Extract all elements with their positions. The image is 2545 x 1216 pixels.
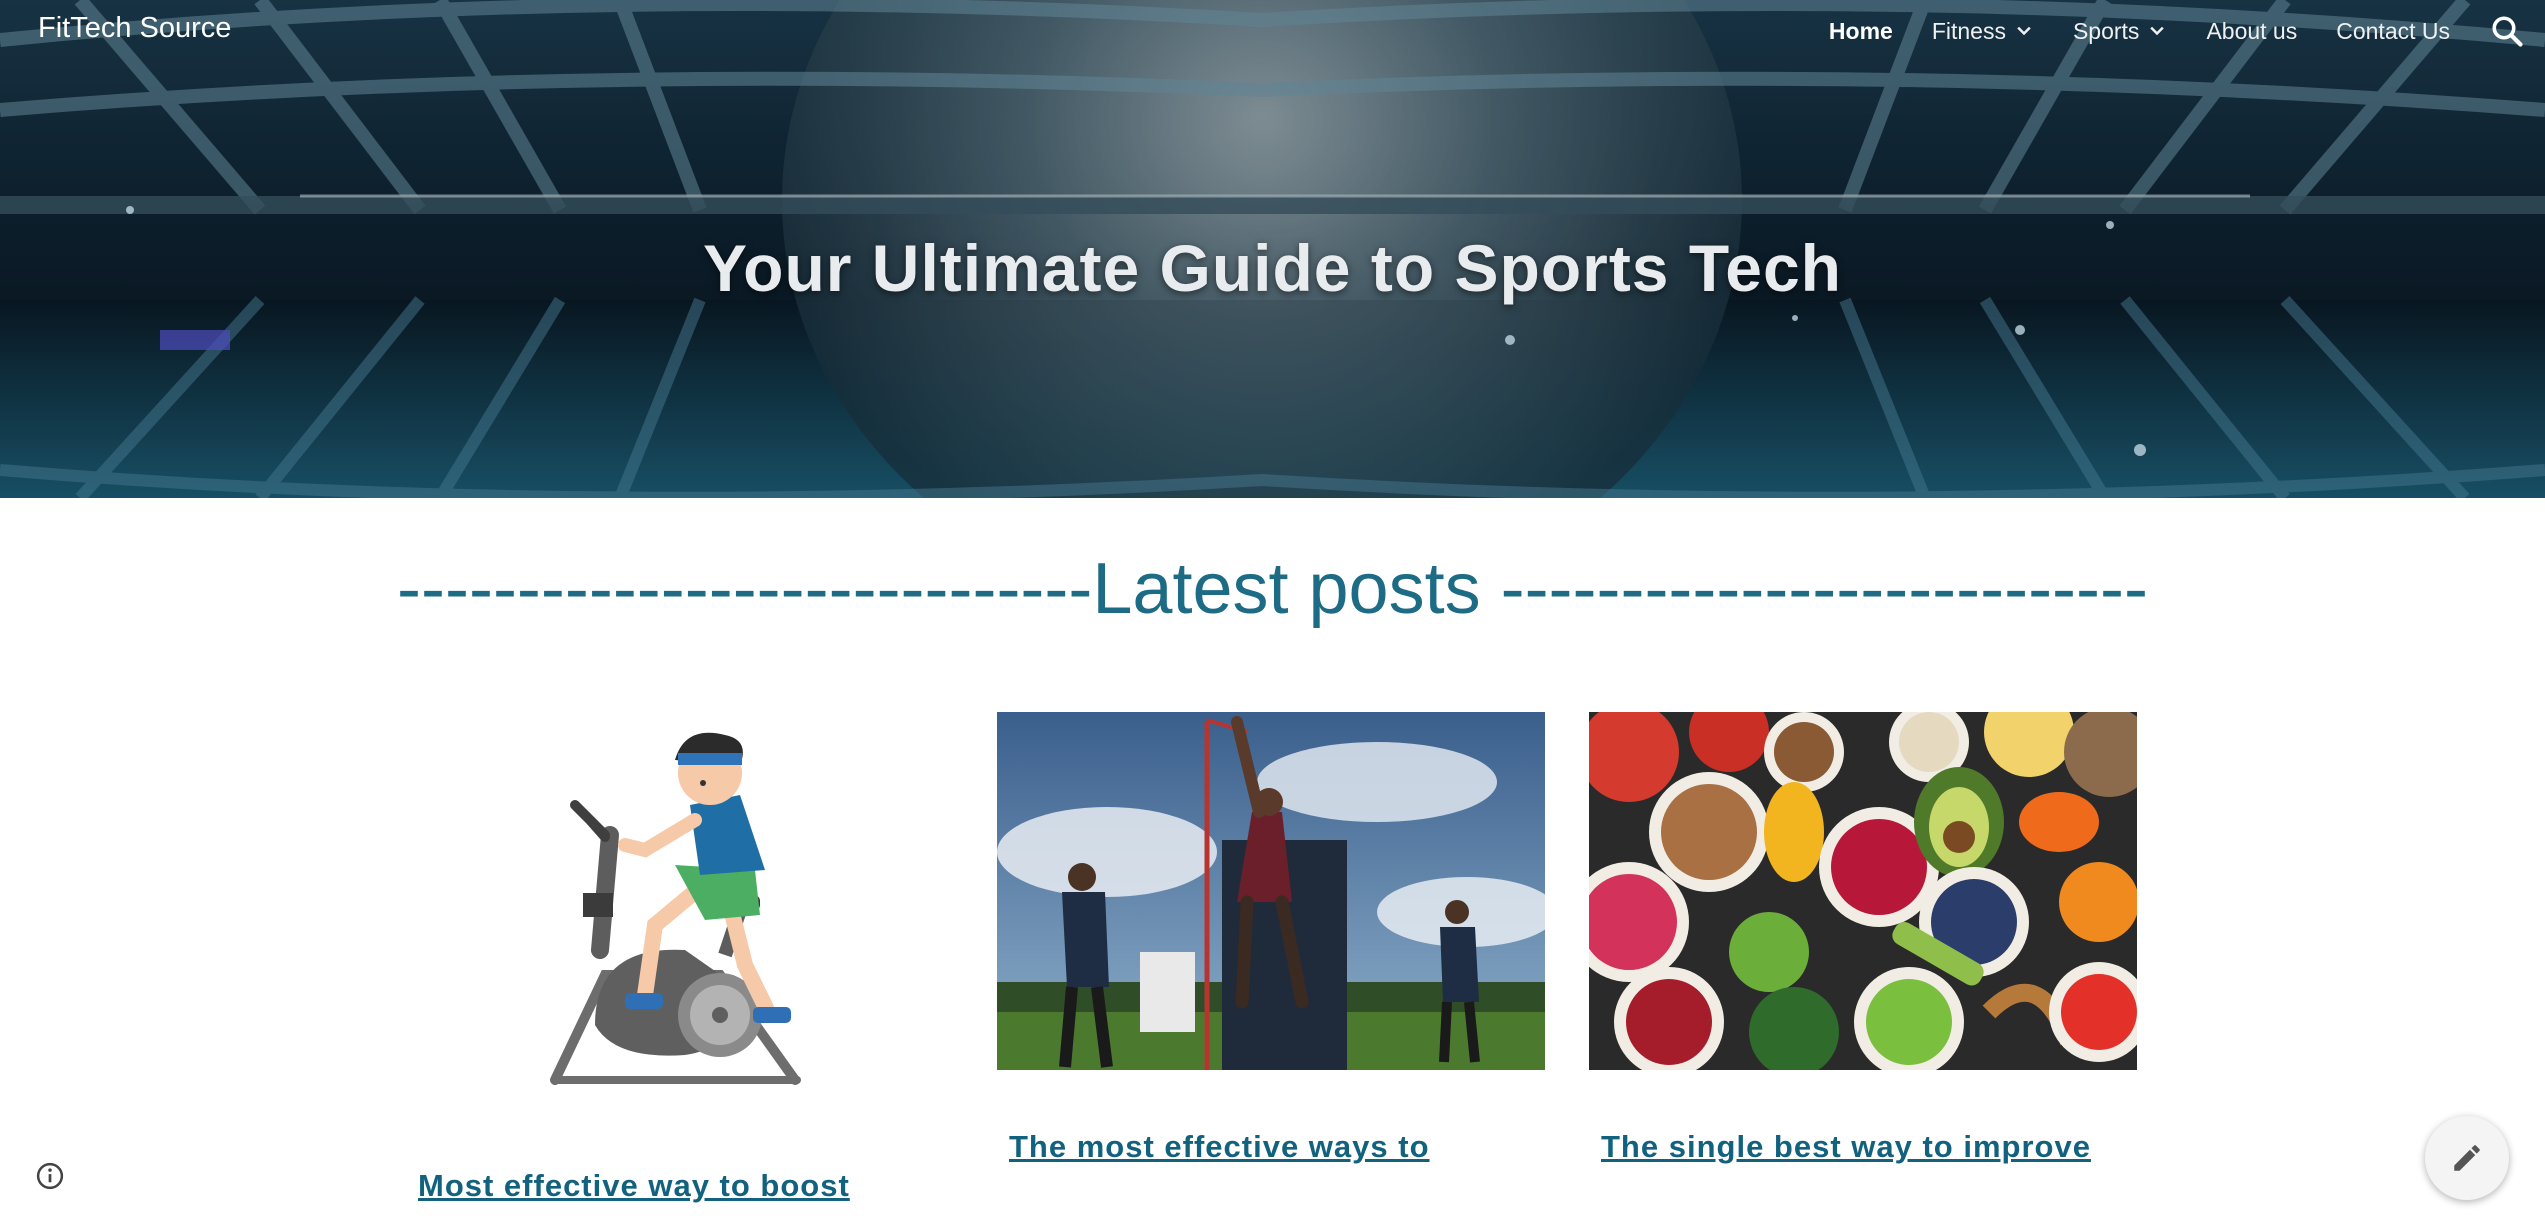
search-icon[interactable] [2489,13,2525,49]
post-title-link[interactable]: The most effective ways to [1009,1129,1430,1165]
vertical-jump-photo[interactable] [997,712,1545,1070]
chevron-down-icon[interactable] [2014,21,2034,41]
nav-item-label: Home [1828,17,1893,44]
nav-item-fitness[interactable]: Fitness [1932,18,2034,45]
latest-posts-heading: -----------------------------Latest post… [397,549,2148,629]
nav-item-label: About us [2206,17,2298,44]
nav-item-contact-us[interactable]: Contact Us [2336,18,2450,45]
pencil-icon [2454,1145,2480,1171]
page: FitTech Source Home Fitness Sports About… [0,0,2545,1216]
nav-item-label: Fitness [1931,17,2006,44]
post-title-link[interactable]: Most effective way to boost [418,1168,850,1204]
exercise-bike-illustration[interactable] [535,725,825,1085]
nav-item-label: Contact Us [2336,17,2450,44]
hero-banner: FitTech Source Home Fitness Sports About… [0,0,2545,498]
hero-title: Your Ultimate Guide to Sports Tech [703,231,1842,305]
nav-item-about-us[interactable]: About us [2206,18,2297,45]
info-icon[interactable] [35,1161,65,1191]
nav-item-home[interactable]: Home [1829,18,1893,45]
top-navigation: Home Fitness Sports About us Contact Us [1829,0,2545,62]
edit-button[interactable] [2425,1116,2509,1200]
chevron-down-icon[interactable] [2147,21,2167,41]
site-title[interactable]: FitTech Source [38,12,231,45]
post-title-link[interactable]: The single best way to improve [1601,1129,2091,1165]
healthy-food-bowls-photo[interactable] [1589,712,2137,1070]
nav-item-label: Sports [2072,17,2140,44]
nav-item-sports[interactable]: Sports [2073,18,2167,45]
